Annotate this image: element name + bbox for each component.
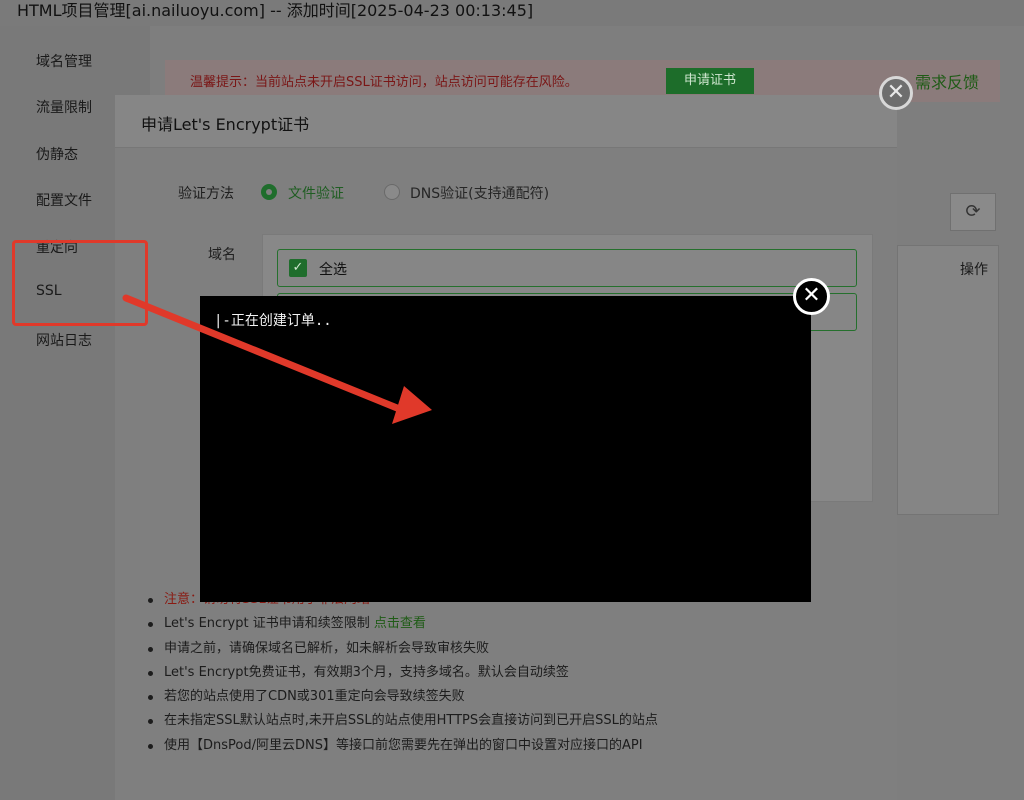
apply-cert-button[interactable]: 申请证书 bbox=[666, 68, 754, 94]
sidebar-item-domain[interactable]: 域名管理 bbox=[36, 51, 92, 71]
sidebar-item-rewrite[interactable]: 伪静态 bbox=[36, 144, 78, 164]
dialog-title: 申请Let's Encrypt证书 bbox=[141, 115, 310, 134]
notes-list: 注意：请勿将SSL证书用于非法网站 Let's Encrypt 证书申请和续签限… bbox=[148, 591, 658, 761]
note-limit-text: Let's Encrypt 证书申请和续签限制 bbox=[164, 616, 374, 632]
dns-verify-label[interactable]: DNS验证(支持通配符) bbox=[410, 183, 549, 203]
refresh-button[interactable]: ⟳ bbox=[950, 193, 996, 231]
note-item: Let's Encrypt免费证书，有效期3个月，支持多域名。默认会自动续签 bbox=[148, 664, 658, 688]
note-item: 申请之前，请确保域名已解析，如未解析会导致审核失败 bbox=[148, 640, 658, 664]
note-item: 使用【DnsPod/阿里云DNS】等接口前您需要先在弹出的窗口中设置对应接口的A… bbox=[148, 737, 658, 761]
file-verify-label[interactable]: 文件验证 bbox=[288, 183, 344, 203]
table-header-operation: 操作 bbox=[960, 262, 988, 278]
annotation-highlight-box bbox=[12, 240, 148, 326]
check-icon: ✓ bbox=[292, 260, 304, 275]
domain-label: 域名 bbox=[208, 247, 236, 263]
sidebar-item-traffic-limit[interactable]: 流量限制 bbox=[36, 97, 92, 117]
progress-terminal bbox=[200, 296, 811, 602]
ssl-warning-text: 温馨提示：当前站点未开启SSL证书访问，站点访问可能存在风险。 bbox=[190, 75, 578, 90]
close-icon: ✕ bbox=[886, 80, 906, 105]
sidebar-item-site-log[interactable]: 网站日志 bbox=[36, 330, 92, 350]
dialog-close-button[interactable]: ✕ bbox=[879, 76, 913, 110]
refresh-icon: ⟳ bbox=[965, 201, 981, 222]
window-title: HTML项目管理[ai.nailuoyu.com] -- 添加时间[2025-0… bbox=[0, 0, 1024, 26]
dialog-header: 申请Let's Encrypt证书 bbox=[115, 95, 897, 148]
terminal-output: |-正在创建订单.. bbox=[214, 313, 332, 329]
file-verify-radio[interactable] bbox=[261, 184, 277, 200]
dns-verify-radio[interactable] bbox=[384, 184, 400, 200]
select-all-checkbox[interactable]: ✓ bbox=[289, 259, 307, 277]
terminal-close-button[interactable]: ✕ bbox=[793, 278, 830, 315]
note-item: 若您的站点使用了CDN或301重定向会导致续签失败 bbox=[148, 688, 658, 712]
note-warning-prefix: 注意： bbox=[164, 592, 204, 607]
sidebar-item-config-file[interactable]: 配置文件 bbox=[36, 190, 92, 210]
close-icon: ✕ bbox=[802, 283, 821, 308]
select-all-label[interactable]: 全选 bbox=[319, 259, 347, 279]
note-item: 在未指定SSL默认站点时,未开启SSL的站点使用HTTPS会直接访问到已开启SS… bbox=[148, 712, 658, 736]
verify-method-label: 验证方法 bbox=[178, 186, 234, 202]
cert-table bbox=[897, 245, 999, 515]
note-item: Let's Encrypt 证书申请和续签限制 点击查看 bbox=[148, 615, 658, 639]
select-all-row[interactable] bbox=[277, 249, 857, 287]
view-limit-link[interactable]: 点击查看 bbox=[374, 616, 426, 631]
feedback-link[interactable]: 需求反馈 bbox=[915, 69, 979, 93]
